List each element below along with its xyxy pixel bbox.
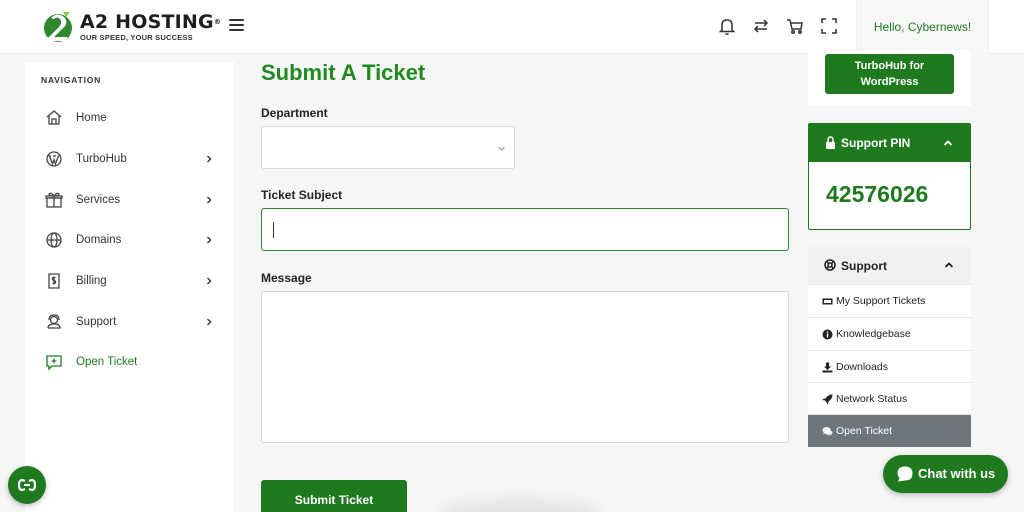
sidebar-navigation: NAVIGATION Home TurboHub Services Domain… xyxy=(25,62,234,512)
sidebar-item-billing[interactable]: Billing xyxy=(25,263,234,299)
message-label: Message xyxy=(261,271,312,285)
brand-logo[interactable]: A2 HOSTING® OUR SPEED, YOUR SUCCESS xyxy=(42,9,221,45)
chevron-up-icon xyxy=(944,262,954,268)
ticket-add-icon xyxy=(46,355,62,371)
sidebar-item-label: Open Ticket xyxy=(76,356,138,368)
chevron-right-icon xyxy=(207,196,212,204)
sidebar-item-domains[interactable]: Domains xyxy=(25,222,234,258)
chat-bubble-icon xyxy=(897,466,913,482)
sidebar-item-label: Billing xyxy=(76,275,107,287)
accessibility-button[interactable] xyxy=(8,466,46,504)
sidebar-item-label: Home xyxy=(76,112,107,124)
chevron-right-icon xyxy=(207,236,212,244)
support-pin-title: Support PIN xyxy=(841,136,911,150)
a2-logo-icon xyxy=(44,12,72,42)
page-title: Submit A Ticket xyxy=(261,60,426,85)
sidebar-item-label: Services xyxy=(76,194,121,206)
download-icon xyxy=(822,362,833,372)
sidebar-item-support[interactable]: Support xyxy=(25,304,234,340)
submit-ticket-button[interactable]: Submit Ticket xyxy=(261,480,407,512)
turbohub-wordpress-button[interactable]: TurboHub for WordPress xyxy=(825,54,954,94)
lock-icon xyxy=(826,136,835,149)
sidebar-item-label: Domains xyxy=(76,234,122,246)
chat-with-us-button[interactable]: Chat with us xyxy=(883,455,1008,493)
support-item-knowledgebase[interactable]: Knowledgebase xyxy=(808,317,971,350)
headset-icon xyxy=(47,314,61,329)
chevron-right-icon xyxy=(207,277,212,285)
ticket-subject-label: Ticket Subject xyxy=(261,188,343,202)
comments-icon xyxy=(822,426,833,435)
support-item-label: Open Ticket xyxy=(836,425,893,437)
support-panel-title: Support xyxy=(841,259,887,273)
text-caret xyxy=(273,222,274,238)
support-pin-header[interactable]: Support PIN xyxy=(809,124,970,162)
message-textarea[interactable] xyxy=(261,291,789,443)
cart-icon[interactable] xyxy=(785,16,805,36)
nav-title: NAVIGATION xyxy=(41,75,102,85)
support-item-label: Network Status xyxy=(836,393,908,405)
support-item-label: My Support Tickets xyxy=(836,295,926,307)
chevron-right-icon xyxy=(207,155,212,163)
fullscreen-icon[interactable] xyxy=(819,16,839,36)
support-item-label: Knowledgebase xyxy=(836,328,911,340)
department-select[interactable] xyxy=(261,126,515,169)
brand-name: A2 HOSTING® xyxy=(80,11,222,33)
ticket-subject-input[interactable] xyxy=(261,208,789,251)
sidebar-item-turbohub[interactable]: TurboHub xyxy=(25,141,234,177)
department-label: Department xyxy=(261,106,328,120)
sidebar-item-open-ticket[interactable]: Open Ticket xyxy=(25,344,234,380)
support-panel: Support My Support Tickets Knowledgebase… xyxy=(808,247,971,447)
support-item-my-tickets[interactable]: My Support Tickets xyxy=(808,284,971,317)
ticket-icon xyxy=(822,298,833,304)
info-icon xyxy=(822,329,833,339)
sidebar-item-services[interactable]: Services xyxy=(25,182,234,218)
rocket-icon xyxy=(822,394,833,404)
invoice-icon xyxy=(48,273,60,289)
support-panel-header[interactable]: Support xyxy=(808,247,971,284)
scroll-shadow xyxy=(440,500,600,512)
brand-tagline: OUR SPEED, YOUR SUCCESS xyxy=(80,33,193,42)
globe-icon xyxy=(46,232,62,248)
chevron-down-icon xyxy=(498,146,505,151)
support-item-open-ticket[interactable]: Open Ticket xyxy=(808,414,971,447)
swap-icon[interactable] xyxy=(751,16,771,36)
support-pin-card: Support PIN 42576026 xyxy=(808,123,971,230)
sidebar-item-label: Support xyxy=(76,316,117,328)
support-pin-value: 42576026 xyxy=(826,181,929,207)
sidebar-item-label: TurboHub xyxy=(76,153,127,165)
chat-label: Chat with us xyxy=(918,466,996,481)
support-item-label: Downloads xyxy=(836,361,888,373)
box-icon xyxy=(45,192,63,208)
life-ring-icon xyxy=(824,259,836,271)
user-greeting[interactable]: Hello, Cybernews! xyxy=(856,0,989,54)
chevron-up-icon xyxy=(943,140,953,146)
chevron-right-icon xyxy=(207,318,212,326)
home-icon xyxy=(46,110,62,125)
support-item-network-status[interactable]: Network Status xyxy=(808,382,971,415)
sidebar-item-home[interactable]: Home xyxy=(25,100,234,136)
support-item-downloads[interactable]: Downloads xyxy=(808,350,971,383)
bell-icon[interactable] xyxy=(717,16,737,36)
top-header: A2 HOSTING® OUR SPEED, YOUR SUCCESS Hell… xyxy=(0,0,1024,54)
wordpress-icon xyxy=(46,151,62,167)
menu-icon[interactable] xyxy=(229,19,244,31)
infinity-link-icon xyxy=(17,479,37,491)
